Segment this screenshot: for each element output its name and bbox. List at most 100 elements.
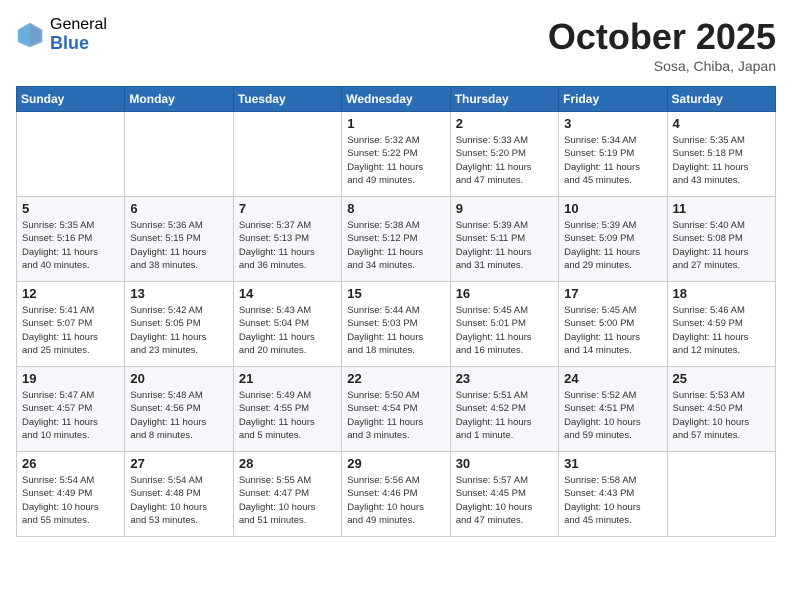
day-number: 15	[347, 286, 444, 301]
calendar-cell: 12 Sunrise: 5:41 AM Sunset: 5:07 PM Dayli…	[17, 282, 125, 367]
cell-text: Sunrise: 5:35 AM Sunset: 5:16 PM Dayligh…	[22, 219, 119, 272]
calendar-cell	[17, 112, 125, 197]
title-block: October 2025 Sosa, Chiba, Japan	[548, 16, 776, 74]
day-number: 28	[239, 456, 336, 471]
day-number: 16	[456, 286, 553, 301]
day-number: 24	[564, 371, 661, 386]
calendar-cell: 26 Sunrise: 5:54 AM Sunset: 4:49 PM Dayli…	[17, 452, 125, 537]
weekday-header-thursday: Thursday	[450, 87, 558, 112]
logo: General Blue	[16, 16, 107, 53]
cell-text: Sunrise: 5:51 AM Sunset: 4:52 PM Dayligh…	[456, 389, 553, 442]
calendar-cell: 28 Sunrise: 5:55 AM Sunset: 4:47 PM Dayli…	[233, 452, 341, 537]
calendar-cell: 13 Sunrise: 5:42 AM Sunset: 5:05 PM Dayli…	[125, 282, 233, 367]
logo-text: General Blue	[50, 16, 107, 53]
cell-text: Sunrise: 5:49 AM Sunset: 4:55 PM Dayligh…	[239, 389, 336, 442]
day-number: 22	[347, 371, 444, 386]
cell-text: Sunrise: 5:32 AM Sunset: 5:22 PM Dayligh…	[347, 134, 444, 187]
weekday-header-saturday: Saturday	[667, 87, 775, 112]
logo-blue: Blue	[50, 34, 107, 54]
cell-text: Sunrise: 5:54 AM Sunset: 4:48 PM Dayligh…	[130, 474, 227, 527]
calendar-cell: 20Sunrise: 5:48 AM Sunset: 4:56 PM Dayli…	[125, 367, 233, 452]
day-number: 3	[564, 116, 661, 131]
calendar-header: SundayMondayTuesdayWednesdayThursdayFrid…	[17, 87, 776, 112]
calendar-cell: 11 Sunrise: 5:40 AM Sunset: 5:08 PM Dayli…	[667, 197, 775, 282]
day-number: 4	[673, 116, 770, 131]
month-title: October 2025	[548, 16, 776, 58]
calendar-cell: 7 Sunrise: 5:37 AM Sunset: 5:13 PM Daylig…	[233, 197, 341, 282]
weekday-header-monday: Monday	[125, 87, 233, 112]
calendar-cell: 29 Sunrise: 5:56 AM Sunset: 4:46 PM Dayli…	[342, 452, 450, 537]
calendar-cell: 19 Sunrise: 5:47 AM Sunset: 4:57 PM Dayli…	[17, 367, 125, 452]
calendar-week-4: 19 Sunrise: 5:47 AM Sunset: 4:57 PM Dayli…	[17, 367, 776, 452]
calendar-cell	[125, 112, 233, 197]
day-number: 21	[239, 371, 336, 386]
calendar-week-5: 26 Sunrise: 5:54 AM Sunset: 4:49 PM Dayli…	[17, 452, 776, 537]
calendar-cell: 4 Sunrise: 5:35 AM Sunset: 5:18 PM Daylig…	[667, 112, 775, 197]
cell-text: Sunrise: 5:54 AM Sunset: 4:49 PM Dayligh…	[22, 474, 119, 527]
calendar-cell: 18 Sunrise: 5:46 AM Sunset: 4:59 PM Dayli…	[667, 282, 775, 367]
cell-text: Sunrise: 5:33 AM Sunset: 5:20 PM Dayligh…	[456, 134, 553, 187]
day-number: 2	[456, 116, 553, 131]
day-number: 1	[347, 116, 444, 131]
day-number: 18	[673, 286, 770, 301]
cell-text: Sunrise: 5:35 AM Sunset: 5:18 PM Dayligh…	[673, 134, 770, 187]
weekday-header-friday: Friday	[559, 87, 667, 112]
calendar-table: SundayMondayTuesdayWednesdayThursdayFrid…	[16, 86, 776, 537]
calendar-cell: 8Sunrise: 5:38 AM Sunset: 5:12 PM Daylig…	[342, 197, 450, 282]
calendar-cell: 3 Sunrise: 5:34 AM Sunset: 5:19 PM Daylig…	[559, 112, 667, 197]
calendar-cell: 16 Sunrise: 5:45 AM Sunset: 5:01 PM Dayli…	[450, 282, 558, 367]
calendar-cell: 25Sunrise: 5:53 AM Sunset: 4:50 PM Dayli…	[667, 367, 775, 452]
day-number: 12	[22, 286, 119, 301]
day-number: 11	[673, 201, 770, 216]
weekday-row: SundayMondayTuesdayWednesdayThursdayFrid…	[17, 87, 776, 112]
day-number: 14	[239, 286, 336, 301]
cell-text: Sunrise: 5:43 AM Sunset: 5:04 PM Dayligh…	[239, 304, 336, 357]
day-number: 5	[22, 201, 119, 216]
day-number: 23	[456, 371, 553, 386]
cell-text: Sunrise: 5:56 AM Sunset: 4:46 PM Dayligh…	[347, 474, 444, 527]
calendar-cell	[233, 112, 341, 197]
day-number: 8	[347, 201, 444, 216]
calendar-cell: 14 Sunrise: 5:43 AM Sunset: 5:04 PM Dayli…	[233, 282, 341, 367]
calendar-cell: 10 Sunrise: 5:39 AM Sunset: 5:09 PM Dayli…	[559, 197, 667, 282]
day-number: 29	[347, 456, 444, 471]
cell-text: Sunrise: 5:46 AM Sunset: 4:59 PM Dayligh…	[673, 304, 770, 357]
calendar-cell: 31 Sunrise: 5:58 AM Sunset: 4:43 PM Dayli…	[559, 452, 667, 537]
day-number: 13	[130, 286, 227, 301]
cell-text: Sunrise: 5:48 AM Sunset: 4:56 PM Dayligh…	[130, 389, 227, 442]
day-number: 19	[22, 371, 119, 386]
calendar-cell: 22 Sunrise: 5:50 AM Sunset: 4:54 PM Dayli…	[342, 367, 450, 452]
day-number: 31	[564, 456, 661, 471]
calendar-week-2: 5 Sunrise: 5:35 AM Sunset: 5:16 PM Daylig…	[17, 197, 776, 282]
calendar-week-1: 1 Sunrise: 5:32 AM Sunset: 5:22 PM Daylig…	[17, 112, 776, 197]
day-number: 7	[239, 201, 336, 216]
cell-text: Sunrise: 5:50 AM Sunset: 4:54 PM Dayligh…	[347, 389, 444, 442]
cell-text: Sunrise: 5:47 AM Sunset: 4:57 PM Dayligh…	[22, 389, 119, 442]
calendar-week-3: 12 Sunrise: 5:41 AM Sunset: 5:07 PM Dayli…	[17, 282, 776, 367]
cell-text: Sunrise: 5:37 AM Sunset: 5:13 PM Dayligh…	[239, 219, 336, 272]
calendar-cell	[667, 452, 775, 537]
page-header: General Blue October 2025 Sosa, Chiba, J…	[16, 16, 776, 74]
cell-text: Sunrise: 5:42 AM Sunset: 5:05 PM Dayligh…	[130, 304, 227, 357]
cell-text: Sunrise: 5:45 AM Sunset: 5:01 PM Dayligh…	[456, 304, 553, 357]
calendar-cell: 2 Sunrise: 5:33 AM Sunset: 5:20 PM Daylig…	[450, 112, 558, 197]
cell-text: Sunrise: 5:58 AM Sunset: 4:43 PM Dayligh…	[564, 474, 661, 527]
calendar-cell: 15Sunrise: 5:44 AM Sunset: 5:03 PM Dayli…	[342, 282, 450, 367]
cell-text: Sunrise: 5:52 AM Sunset: 4:51 PM Dayligh…	[564, 389, 661, 442]
calendar-cell: 27 Sunrise: 5:54 AM Sunset: 4:48 PM Dayli…	[125, 452, 233, 537]
cell-text: Sunrise: 5:34 AM Sunset: 5:19 PM Dayligh…	[564, 134, 661, 187]
day-number: 30	[456, 456, 553, 471]
logo-icon	[16, 21, 44, 49]
calendar-cell: 1 Sunrise: 5:32 AM Sunset: 5:22 PM Daylig…	[342, 112, 450, 197]
day-number: 25	[673, 371, 770, 386]
cell-text: Sunrise: 5:55 AM Sunset: 4:47 PM Dayligh…	[239, 474, 336, 527]
day-number: 10	[564, 201, 661, 216]
day-number: 26	[22, 456, 119, 471]
cell-text: Sunrise: 5:40 AM Sunset: 5:08 PM Dayligh…	[673, 219, 770, 272]
day-number: 27	[130, 456, 227, 471]
cell-text: Sunrise: 5:57 AM Sunset: 4:45 PM Dayligh…	[456, 474, 553, 527]
cell-text: Sunrise: 5:41 AM Sunset: 5:07 PM Dayligh…	[22, 304, 119, 357]
cell-text: Sunrise: 5:39 AM Sunset: 5:09 PM Dayligh…	[564, 219, 661, 272]
cell-text: Sunrise: 5:45 AM Sunset: 5:00 PM Dayligh…	[564, 304, 661, 357]
calendar-body: 1 Sunrise: 5:32 AM Sunset: 5:22 PM Daylig…	[17, 112, 776, 537]
